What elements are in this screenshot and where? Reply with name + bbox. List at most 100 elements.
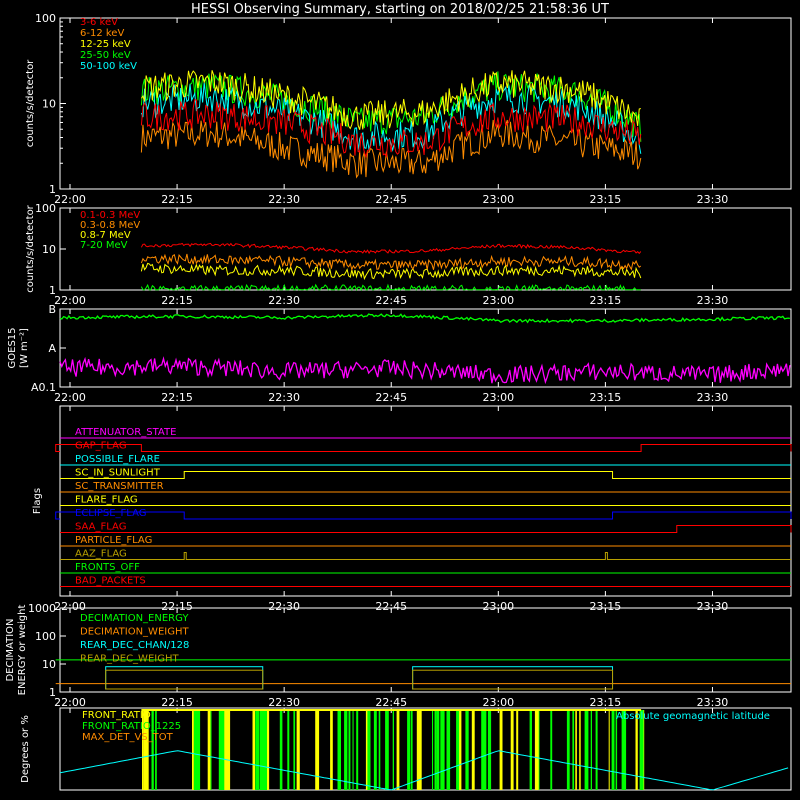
ratio-bar xyxy=(315,710,319,790)
ratio-bar xyxy=(378,710,381,790)
ratio-bar xyxy=(344,710,348,790)
panel-low-energy-xtick-label: 22:00 xyxy=(54,193,86,206)
ratio-bar xyxy=(623,710,627,790)
ratio-bar xyxy=(608,710,610,790)
panel-goes-xtick-label: 22:15 xyxy=(161,391,193,404)
ratio-bar xyxy=(367,710,371,790)
panel-low-energy-legend-2: 12-25 keV xyxy=(80,39,131,50)
ratio-bar xyxy=(192,710,194,790)
panel-flags-ylabel: Flags xyxy=(32,488,43,514)
ratio-bar xyxy=(635,710,638,790)
panel-low-energy-xtick-label: 23:00 xyxy=(482,193,514,206)
panel-high-energy-xtick-label: 23:30 xyxy=(697,294,729,307)
ratio-bar xyxy=(615,710,618,790)
ratios-legend-1: FRONT_RATIO_1225 xyxy=(82,721,181,732)
ratios-legend-0: FRONT_RATIO xyxy=(82,710,151,721)
panel-decimation-ylabel: DECIMATION xyxy=(5,618,16,681)
flag-label-7: SAA_FLAG xyxy=(75,522,126,533)
panel-decimation-xtick-label: 23:30 xyxy=(697,696,729,709)
flag-label-3: SC_IN_SUNLIGHT xyxy=(75,468,161,479)
panel-low-energy-legend-0: 3-6 keV xyxy=(80,17,118,28)
ratio-bar xyxy=(396,710,400,790)
panel-low-energy-legend-3: 25-50 keV xyxy=(80,50,131,61)
ratio-bar xyxy=(640,710,644,790)
ratio-bar xyxy=(263,710,265,790)
ratio-bar xyxy=(432,710,434,790)
ratio-bar xyxy=(267,710,270,790)
ratio-bar xyxy=(434,710,437,790)
ratio-bar xyxy=(330,710,333,790)
panel-high-energy-ytick-label: 10 xyxy=(42,243,56,256)
panel-high-energy-xtick-label: 23:15 xyxy=(590,294,622,307)
panel-decimation-ytick-label: 10 xyxy=(42,658,56,671)
flag-label-10: FRONTS_OFF xyxy=(75,562,140,573)
panel-decimation-xtick-label: 22:15 xyxy=(161,696,193,709)
panel-goes-xtick-label: 22:30 xyxy=(268,391,300,404)
panel-goes-xtick-label: 22:00 xyxy=(54,391,86,404)
panel-goes-xtick-label: 23:15 xyxy=(590,391,622,404)
decimation-legend-1: DECIMATION_WEIGHT xyxy=(80,627,189,638)
panel-low-energy-ytick-label: 100 xyxy=(35,12,56,25)
ratio-bar xyxy=(579,710,581,790)
panel-low-energy-legend-1: 6-12 keV xyxy=(80,28,124,39)
panel-low-energy-ytick-label: 10 xyxy=(42,98,56,111)
ratio-bar xyxy=(590,710,592,790)
ratio-bar xyxy=(510,710,514,790)
flag-label-0: ATTENUATOR_STATE xyxy=(75,427,176,438)
ratio-bar xyxy=(572,710,575,790)
decimation-legend-0: DECIMATION_ENERGY xyxy=(80,613,189,624)
ratio-bar xyxy=(226,710,231,790)
panel-decimation-xtick-label: 22:00 xyxy=(54,696,86,709)
panel-high-energy-ylabel: counts/s/detector xyxy=(25,204,36,292)
ratio-bar xyxy=(441,710,445,790)
ratio-bar xyxy=(483,710,487,790)
ratio-bar xyxy=(458,710,462,790)
ratio-bar xyxy=(259,710,264,790)
ratio-bar xyxy=(575,710,577,790)
panel-goes-xtick-label: 23:00 xyxy=(482,391,514,404)
panel-high-energy-ytick-label: 1 xyxy=(49,284,56,297)
panel-low-energy-xtick-label: 22:30 xyxy=(268,193,300,206)
flag-label-2: POSSIBLE_FLARE xyxy=(75,454,160,465)
panel-high-energy-ytick-label: 100 xyxy=(35,202,56,215)
ratio-bar xyxy=(436,710,440,790)
panel-decimation-xtick-label: 23:15 xyxy=(590,696,622,709)
ratio-bar xyxy=(499,710,503,790)
flag-label-11: BAD_PACKETS xyxy=(75,576,146,587)
ratio-bar xyxy=(471,710,475,790)
flag-label-8: PARTICLE_FLAG xyxy=(75,535,152,546)
ratio-bar xyxy=(207,710,211,790)
panel-goes-xtick-label: 23:30 xyxy=(697,391,729,404)
ratio-bar xyxy=(293,710,296,790)
panel-high-energy-xtick-label: 22:30 xyxy=(268,294,300,307)
flag-label-5: FLARE_FLAG xyxy=(75,495,138,506)
ratio-bar xyxy=(611,710,615,790)
ratio-bar xyxy=(456,710,460,790)
ratios-legend-2: MAX_DET_VS_TOT xyxy=(82,732,174,743)
panel-low-energy-xtick-label: 23:30 xyxy=(697,193,729,206)
figure-title: HESSI Observing Summary, starting on 201… xyxy=(191,2,609,17)
decimation-legend-2: REAR_DEC_CHAN/128 xyxy=(80,640,189,651)
ratio-bar xyxy=(195,710,198,790)
ratio-bar xyxy=(392,710,394,790)
panel-low-energy-xtick-label: 22:45 xyxy=(375,193,407,206)
ratio-bar xyxy=(296,710,300,790)
panel-ratios-ylabel: Degrees or % xyxy=(20,715,31,783)
hessi-summary-figure: HESSI Observing Summary, starting on 201… xyxy=(0,0,800,800)
panel-decimation-ytick-label: 1000 xyxy=(28,602,56,615)
ratio-bar xyxy=(356,710,359,790)
panel-high-energy-xtick-label: 22:15 xyxy=(161,294,193,307)
ratio-bar xyxy=(407,710,411,790)
panel-decimation-ytick-label: 100 xyxy=(35,630,56,643)
ratio-bar xyxy=(385,710,387,790)
ratio-bar xyxy=(416,710,421,790)
panel-low-energy-xtick-label: 23:15 xyxy=(590,193,622,206)
ratio-bar xyxy=(352,710,354,790)
ratio-bar xyxy=(220,710,225,790)
ratio-bar xyxy=(550,710,553,790)
ratio-bar xyxy=(348,710,351,790)
panel-decimation-xtick-label: 22:45 xyxy=(375,696,407,709)
ratio-bar xyxy=(279,710,283,790)
panel-goes-ylabel: GOES15 xyxy=(7,327,18,368)
panel-goes-ytick-label: A xyxy=(48,342,56,355)
